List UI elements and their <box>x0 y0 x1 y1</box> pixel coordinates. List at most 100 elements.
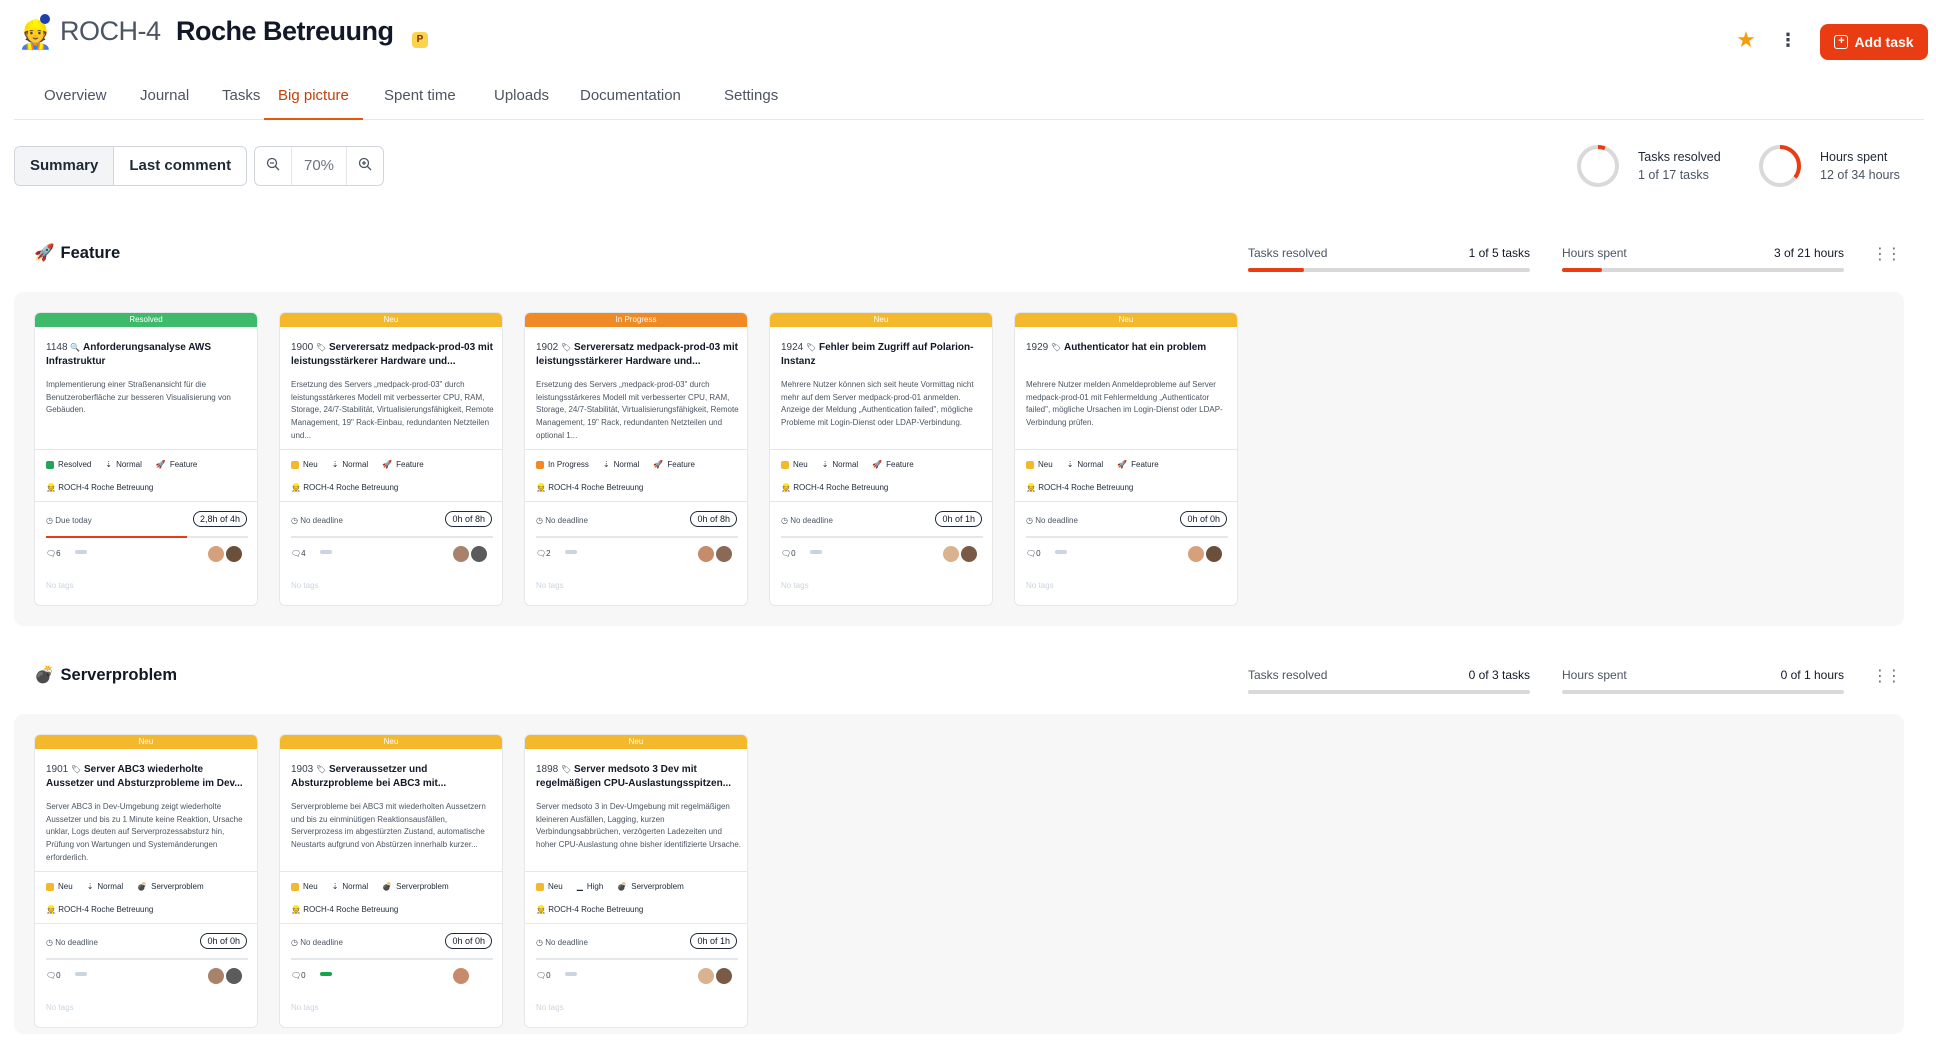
assignee-avatar[interactable] <box>452 967 470 985</box>
divider <box>770 449 992 450</box>
status-bar: Neu <box>280 313 502 327</box>
plus-icon: + <box>1834 35 1849 49</box>
task-status: Neu <box>781 460 808 469</box>
clock-icon: ◷ <box>46 938 53 947</box>
task-priority: ⇣ Normal <box>87 882 123 891</box>
task-priority-label: Normal <box>342 460 369 469</box>
task-comments[interactable]: 🗨2 <box>536 549 551 558</box>
task-title[interactable]: 1903 🏷 Serveraussetzer und Absturzproble… <box>291 763 496 791</box>
assignee-avatar[interactable] <box>697 545 715 563</box>
task-deadline: ◷ No deadline <box>46 938 98 947</box>
task-id: 1902 <box>536 342 559 353</box>
task-title[interactable]: 1929 🏷 Authenticator hat ein problem <box>1026 341 1231 369</box>
task-comments[interactable]: 🗨0 <box>291 971 306 980</box>
zoom-in-icon[interactable] <box>347 147 383 185</box>
flag-icon <box>320 550 332 554</box>
task-title[interactable]: 1898 🏷 Server medsoto 3 Dev mit regelmäß… <box>536 763 741 791</box>
tab-big-picture[interactable]: Big picture <box>264 80 363 120</box>
task-deadline-label: No deadline <box>300 516 343 525</box>
task-comments[interactable]: 🗨0 <box>1026 549 1041 558</box>
assignee-avatar[interactable] <box>1205 545 1223 563</box>
assignee-avatar[interactable] <box>225 545 243 563</box>
project-tabs: Overview Journal Tasks Big picture Spent… <box>14 80 1924 120</box>
zoom-out-icon[interactable] <box>255 147 291 185</box>
task-meta: Neu ⇣ Normal 🚀 Feature <box>781 460 914 469</box>
summary-tasks-label: Tasks resolved <box>1638 150 1721 164</box>
assignee-avatar[interactable] <box>207 545 225 563</box>
task-meta: In Progress ⇣ Normal 🚀 Feature <box>536 460 695 469</box>
task-deadline: ◷ No deadline <box>536 516 588 525</box>
summary-view-button[interactable]: Summary <box>15 147 115 185</box>
status-bar: Neu <box>35 735 257 749</box>
tab-spent-time[interactable]: Spent time <box>370 80 470 120</box>
flag-icon <box>320 972 332 976</box>
task-priority: ⇣ Normal <box>822 460 858 469</box>
more-options-icon[interactable]: ⋮ <box>1778 28 1798 52</box>
status-bar: Neu <box>1015 313 1237 327</box>
task-tracker: 🚀 Feature <box>1117 460 1159 469</box>
divider <box>770 501 992 502</box>
task-comments[interactable]: 🗨0 <box>46 971 61 980</box>
task-priority: ⇣ Normal <box>603 460 639 469</box>
assignee-avatar[interactable] <box>715 545 733 563</box>
task-title[interactable]: 1148 🔍 Anforderungsanalyse AWS Infrastru… <box>46 341 251 369</box>
group-tasks-stat: Tasks resolved 1 of 5 tasks <box>1248 246 1530 272</box>
task-comments[interactable]: 🗨0 <box>536 971 551 980</box>
task-card[interactable]: In Progress 1902 🏷 Serverersatz medpack-p… <box>524 312 748 606</box>
assignee-avatar[interactable] <box>470 545 488 563</box>
task-project-label: ROCH-4 Roche Betreuung <box>58 905 154 914</box>
divider <box>280 871 502 872</box>
favorite-star-icon[interactable]: ★ <box>1734 28 1758 52</box>
task-card[interactable]: Neu 1901 🏷 Server ABC3 wiederholte Ausset… <box>34 734 258 1028</box>
tab-settings[interactable]: Settings <box>710 80 792 120</box>
add-task-button[interactable]: + Add task <box>1820 24 1928 60</box>
tab-journal[interactable]: Journal <box>126 80 203 120</box>
task-tracker-label: Feature <box>169 460 198 469</box>
task-id: 1148 <box>46 342 68 353</box>
clock-icon: ◷ <box>46 516 53 525</box>
task-priority: ▁ High <box>577 882 604 891</box>
drag-handle-icon[interactable]: ⋮⋮ <box>1872 246 1902 264</box>
task-project: 👷 ROCH-4 Roche Betreuung <box>781 483 888 492</box>
task-progress-fill <box>46 536 188 538</box>
group-hours-progress-track <box>1562 690 1844 694</box>
task-title[interactable]: 1924 🏷 Fehler beim Zugriff auf Polarion-… <box>781 341 986 369</box>
assignee-avatar[interactable] <box>697 967 715 985</box>
task-card[interactable]: Neu 1929 🏷 Authenticator hat ein problem M… <box>1014 312 1238 606</box>
task-card[interactable]: Neu 1924 🏷 Fehler beim Zugriff auf Polari… <box>769 312 993 606</box>
task-project-label: ROCH-4 Roche Betreuung <box>1038 483 1134 492</box>
tab-documentation[interactable]: Documentation <box>566 80 695 120</box>
task-priority-label: Normal <box>1077 460 1104 469</box>
task-comments[interactable]: 🗨0 <box>781 549 796 558</box>
tab-overview[interactable]: Overview <box>30 80 121 120</box>
task-tracker-label: Serverproblem <box>151 882 204 891</box>
tab-uploads[interactable]: Uploads <box>480 80 563 120</box>
assignee-avatar[interactable] <box>942 545 960 563</box>
assignee-avatar[interactable] <box>715 967 733 985</box>
task-description: Mehrere Nutzer melden Anmeldeprobleme au… <box>1026 380 1223 428</box>
assignee-avatar[interactable] <box>1187 545 1205 563</box>
assignee-avatar[interactable] <box>960 545 978 563</box>
assignee-avatar[interactable] <box>225 967 243 985</box>
project-icon: 👷 <box>291 905 301 914</box>
task-card[interactable]: Neu 1903 🏷 Serveraussetzer und Absturzpro… <box>279 734 503 1028</box>
group-icon: 💣 <box>34 666 55 684</box>
drag-handle-icon[interactable]: ⋮⋮ <box>1872 668 1902 686</box>
add-task-label: Add task <box>1854 34 1914 50</box>
task-title[interactable]: 1901 🏷 Server ABC3 wiederholte Aussetzer… <box>46 763 251 791</box>
task-card[interactable]: Neu 1898 🏷 Server medsoto 3 Dev mit regel… <box>524 734 748 1028</box>
task-status-label: Neu <box>1038 460 1053 469</box>
assignee-avatar[interactable] <box>452 545 470 563</box>
task-card[interactable]: Resolved 1148 🔍 Anforderungsanalyse AWS I… <box>34 312 258 606</box>
last-comment-view-button[interactable]: Last comment <box>114 147 246 185</box>
task-title[interactable]: 1900 🏷 Serverersatz medpack-prod-03 mit … <box>291 341 496 369</box>
task-id: 1903 <box>291 764 314 775</box>
task-deadline: ◷ No deadline <box>781 516 833 525</box>
assignee-avatar[interactable] <box>207 967 225 985</box>
task-tags: No tags <box>46 1003 74 1012</box>
task-card[interactable]: Neu 1900 🏷 Serverersatz medpack-prod-03 m… <box>279 312 503 606</box>
task-comments[interactable]: 🗨6 <box>46 549 61 558</box>
divider <box>35 449 257 450</box>
task-title[interactable]: 1902 🏷 Serverersatz medpack-prod-03 mit … <box>536 341 741 369</box>
task-comments[interactable]: 🗨4 <box>291 549 306 558</box>
